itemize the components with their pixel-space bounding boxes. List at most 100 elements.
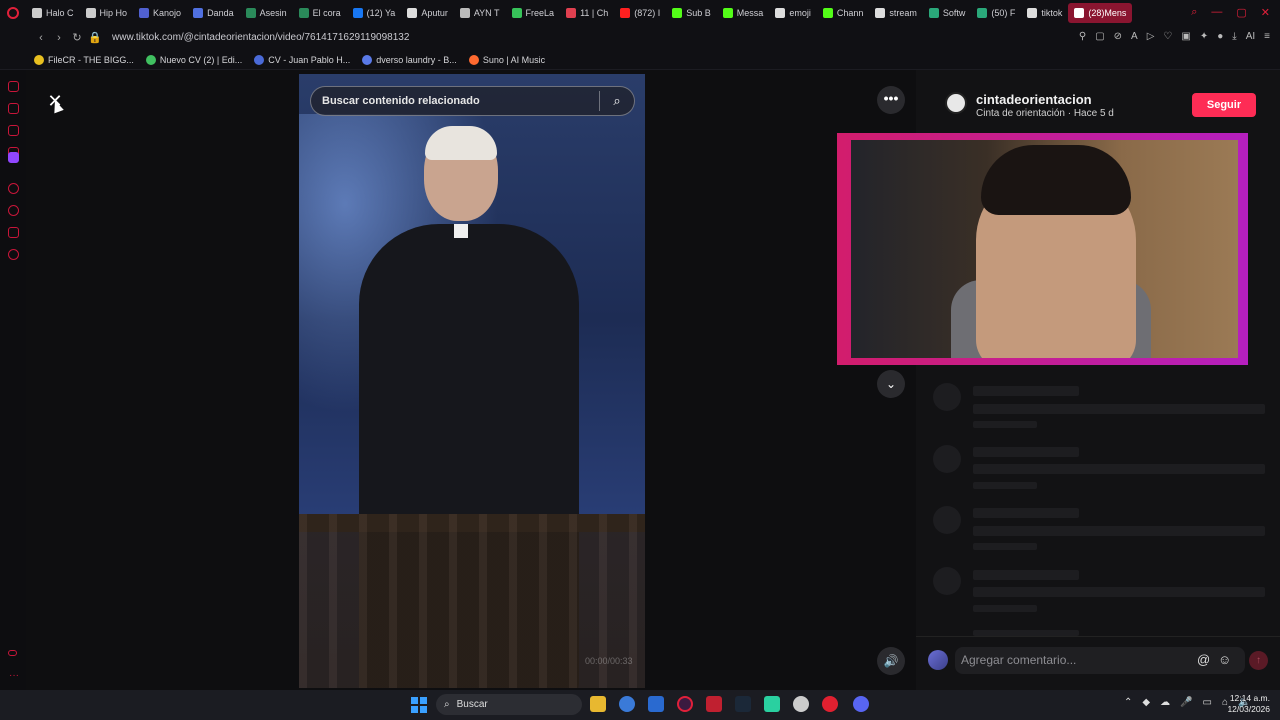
browser-tab[interactable]: (50) F [971,0,1021,25]
extension-icon[interactable]: ▣ [1181,31,1190,42]
profile-icon[interactable]: ● [1217,31,1223,42]
store-icon[interactable] [648,696,664,712]
settings-icon[interactable] [8,249,19,260]
browser-tab[interactable]: FreeLa [506,0,561,25]
browser-tab[interactable]: Messa [717,0,770,25]
browser-tab[interactable]: Softw [923,0,972,25]
browser-tab[interactable]: emoji [769,0,817,25]
minimize-button[interactable]: — [1211,6,1222,19]
volume-icon[interactable]: 🔊 [877,647,905,675]
taskbar-search[interactable]: ⌕ Buscar [436,694,582,715]
tab-list: Halo C Hip Ho Kanojo Danda Asesin El cora (12)… [26,0,1191,25]
opera-taskbar-icon[interactable] [677,696,693,712]
bookmarks-bar: FileCR - THE BIGG... Nuevo CV (2) | Edi..… [0,50,1280,70]
opera-logo-icon[interactable] [0,0,26,25]
wallet-icon[interactable] [8,103,19,114]
cloud-icon[interactable]: ☁ [1160,697,1170,708]
back-icon[interactable]: ‹ [32,32,50,44]
chevron-down-icon[interactable]: ⌄ [877,370,905,398]
discord-icon[interactable] [853,696,869,712]
tab-favicon-icon [928,7,939,18]
twitch-icon[interactable] [8,152,19,163]
ai-icon[interactable]: AI [1246,31,1255,42]
mention-icon[interactable]: @ [1197,652,1210,667]
browser-tab[interactable]: AYN T [454,0,506,25]
windows-start-icon[interactable] [411,697,427,713]
maximize-button[interactable]: ▢ [1236,6,1246,19]
search-tabs-icon[interactable]: ⌕ [1191,6,1197,19]
tab-favicon-icon [193,7,204,18]
more-icon[interactable]: ••• [877,86,905,114]
file-explorer-icon[interactable] [590,696,606,712]
browser-tab[interactable]: (872) I [614,0,666,25]
related-search-box[interactable]: Buscar contenido relacionado ⌕ [310,86,635,116]
bookmark-item[interactable]: Nuevo CV (2) | Edi... [145,54,242,65]
comment-skeleton-line [973,404,1265,414]
bookmark-item[interactable]: dverso laundry - B... [362,54,457,65]
send-icon[interactable]: ↑ [1249,651,1268,670]
tab-favicon-icon [459,7,470,18]
related-search-input[interactable]: Buscar contenido relacionado [311,95,599,107]
history-icon[interactable] [8,205,19,216]
more-sidebar-icon[interactable]: ··· [9,670,19,681]
browser-tab[interactable]: tiktok [1021,0,1068,25]
browser-tab[interactable]: El cora [293,0,347,25]
github-icon[interactable] [793,696,809,712]
media-player-icon[interactable] [822,696,838,712]
display-icon[interactable]: ▭ [1203,697,1212,708]
player-icon[interactable] [8,183,19,194]
steam-icon[interactable] [735,696,751,712]
tab-favicon-icon [1027,7,1038,18]
author-avatar[interactable] [945,92,967,114]
browser-tab[interactable]: (12) Ya [347,0,402,25]
menu-icon[interactable]: ≡ [1264,31,1270,42]
tab-favicon-icon [977,7,988,18]
taskbar-clock[interactable]: 12:14 a.m. 12/03/2026 [1224,693,1270,715]
search-icon[interactable]: ⌕ [600,93,634,109]
emoji-icon[interactable]: ☺ [1218,652,1231,667]
download-icon[interactable]: ⤓ [1232,31,1236,42]
browser-tab[interactable]: Danda [187,0,240,25]
gx-icon[interactable] [8,650,17,656]
browser-tab[interactable]: Halo C [26,0,80,25]
author-subtitle: Cinta de orientación · Hace 5 d [976,108,1114,119]
forward-icon[interactable]: › [50,32,68,44]
puzzle-icon[interactable]: ✦ [1200,31,1208,42]
extensions-icon[interactable] [8,227,19,238]
browser-tab[interactable]: (28)Mens [1068,2,1133,23]
speed-dial-icon[interactable] [8,81,19,92]
play-icon[interactable]: ▷ [1147,31,1155,42]
browser-tab[interactable]: Kanojo [133,0,187,25]
chevron-up-icon[interactable]: ⌃ [1124,697,1132,708]
mic-icon[interactable]: 🎤 [1180,697,1192,708]
dropbox-icon[interactable]: ◆ [1142,697,1150,708]
adblock-icon[interactable]: ⊘ [1114,31,1122,42]
translate-icon[interactable]: A [1131,31,1138,42]
video-player[interactable] [299,74,645,688]
url-text[interactable]: www.tiktok.com/@cintadeorientacion/video… [112,32,409,43]
tab-favicon-icon [775,7,786,18]
browser-tab[interactable]: 11 | Ch [560,0,614,25]
bookmark-item[interactable]: CV - Juan Pablo H... [254,54,350,65]
close-window-button[interactable]: ✕ [1261,6,1270,19]
bookmark-item[interactable]: FileCR - THE BIGG... [34,54,134,65]
snapshot-icon[interactable]: ▢ [1095,31,1104,42]
browser-tab[interactable]: Aputur [401,0,454,25]
browser-tab[interactable]: Hip Ho [80,0,134,25]
pin-icon[interactable]: ⚲ [1079,31,1086,42]
recorder-icon[interactable] [706,696,722,712]
bookmark-item[interactable]: Suno | AI Music [468,54,545,65]
browser-tab[interactable]: Asesin [240,0,293,25]
browser-tab[interactable]: stream [869,0,923,25]
bookmark-favicon-icon [254,54,265,65]
reload-icon[interactable]: ↻ [68,31,86,44]
chat-app-icon[interactable] [764,696,780,712]
tab-label: Messa [736,7,764,18]
browser-tab[interactable]: Chann [817,0,870,25]
browser-tab[interactable]: Sub B [666,0,717,25]
author-name[interactable]: cintadeorientacion [976,92,1092,107]
heart-icon[interactable]: ♡ [1163,31,1172,42]
follow-button[interactable]: Seguir [1192,93,1256,117]
settings-app-icon[interactable] [619,696,635,712]
messenger-icon[interactable] [8,125,19,136]
